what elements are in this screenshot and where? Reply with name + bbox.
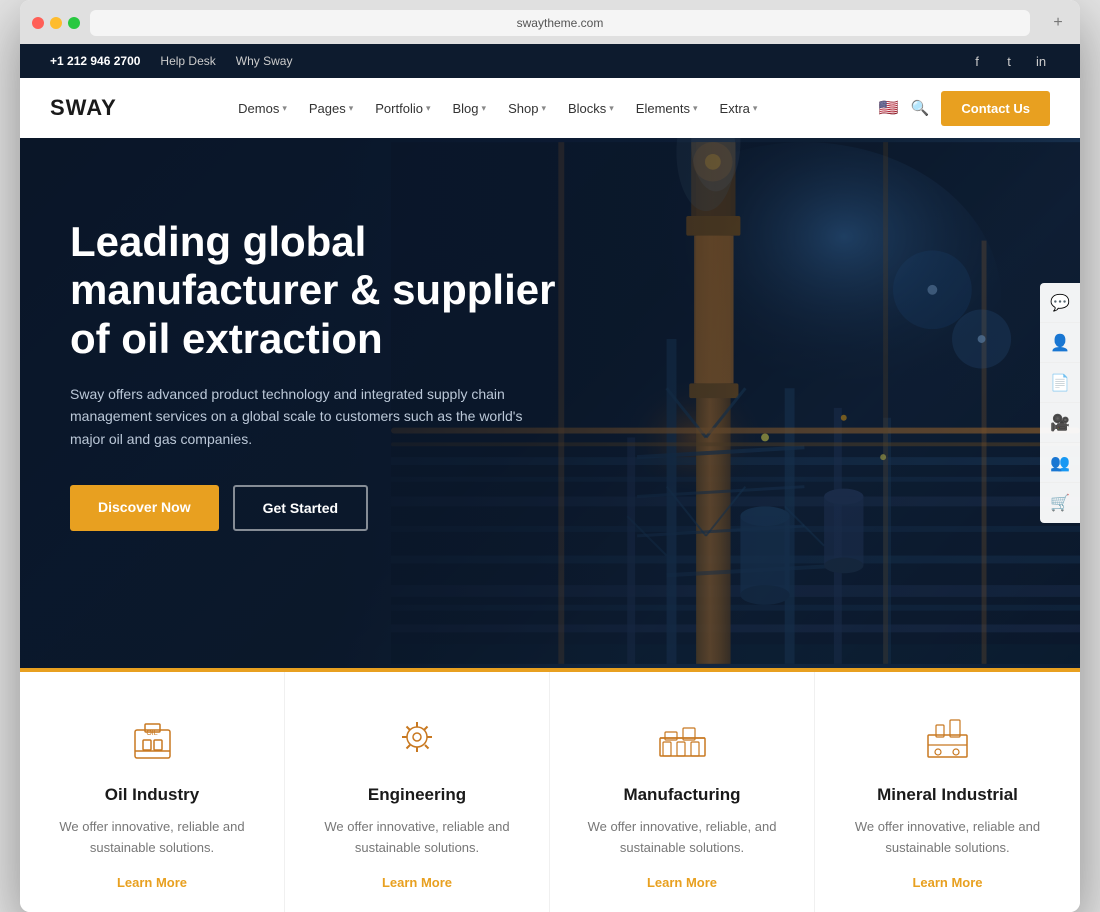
cards-section: OIL Oil Industry We offer innovative, re… [20, 668, 1080, 912]
card-link-oil[interactable]: Learn More [117, 875, 187, 890]
browser-window: swaytheme.com + +1 212 946 2700 Help Des… [20, 0, 1080, 912]
top-bar: +1 212 946 2700 Help Desk Why Sway f t i… [20, 44, 1080, 78]
card-title-engineering: Engineering [310, 785, 524, 805]
card-title-manufacturing: Manufacturing [575, 785, 789, 805]
twitter-icon[interactable]: t [1000, 52, 1018, 70]
side-widgets-panel: 💬 👤 📄 🎥 👥 🛒 [1040, 283, 1080, 523]
facebook-icon[interactable]: f [968, 52, 986, 70]
card-engineering: Engineering We offer innovative, reliabl… [285, 672, 550, 912]
search-icon[interactable]: 🔍 [911, 99, 930, 117]
get-started-button[interactable]: Get Started [233, 485, 368, 531]
nav-item-extra[interactable]: Extra ▾ [710, 93, 768, 124]
website-content: +1 212 946 2700 Help Desk Why Sway f t i… [20, 44, 1080, 912]
contact-us-button[interactable]: Contact Us [941, 91, 1050, 126]
card-desc-manufacturing: We offer innovative, reliable, and susta… [575, 817, 789, 859]
help-desk-link[interactable]: Help Desk [160, 54, 215, 68]
chevron-down-icon: ▾ [482, 103, 487, 114]
chevron-down-icon: ▾ [753, 103, 758, 114]
top-bar-right: f t in [968, 52, 1050, 70]
browser-chrome: swaytheme.com + [20, 0, 1080, 44]
hero-description: Sway offers advanced product technology … [70, 383, 550, 450]
chevron-down-icon: ▾ [693, 103, 698, 114]
card-link-manufacturing[interactable]: Learn More [647, 875, 717, 890]
card-title-oil: Oil Industry [45, 785, 259, 805]
hero-content: Leading global manufacturer & supplier o… [20, 138, 620, 571]
card-desc-engineering: We offer innovative, reliable and sustai… [310, 817, 524, 859]
url-text: swaytheme.com [517, 16, 604, 30]
chevron-down-icon: ▾ [426, 103, 431, 114]
hero-section: Leading global manufacturer & supplier o… [20, 138, 1080, 668]
top-bar-left: +1 212 946 2700 Help Desk Why Sway [50, 54, 292, 68]
chevron-down-icon: ▾ [609, 103, 614, 114]
nav-item-shop[interactable]: Shop ▾ [498, 93, 556, 124]
svg-text:OIL: OIL [146, 730, 157, 737]
why-sway-link[interactable]: Why Sway [236, 54, 293, 68]
nav-item-demos[interactable]: Demos ▾ [228, 93, 297, 124]
card-link-engineering[interactable]: Learn More [382, 875, 452, 890]
manufacturing-icon [652, 707, 712, 767]
nav-item-elements[interactable]: Elements ▾ [626, 93, 708, 124]
nav-item-portfolio[interactable]: Portfolio ▾ [365, 93, 440, 124]
engineering-icon [387, 707, 447, 767]
url-bar[interactable]: swaytheme.com [90, 10, 1030, 36]
card-desc-mineral: We offer innovative, reliable and sustai… [840, 817, 1055, 859]
chevron-down-icon: ▾ [541, 103, 546, 114]
notes-widget[interactable]: 📄 [1040, 363, 1080, 403]
main-nav: SWAY Demos ▾ Pages ▾ Portfolio ▾ Blog ▾ [20, 78, 1080, 138]
new-tab-button[interactable]: + [1048, 13, 1068, 33]
discover-now-button[interactable]: Discover Now [70, 485, 219, 531]
nav-item-blog[interactable]: Blog ▾ [443, 93, 497, 124]
traffic-lights [32, 17, 80, 29]
card-link-mineral[interactable]: Learn More [912, 875, 982, 890]
nav-item-pages[interactable]: Pages ▾ [299, 93, 363, 124]
chevron-down-icon: ▾ [282, 103, 287, 114]
cart-widget[interactable]: 🛒 [1040, 483, 1080, 523]
nav-item-blocks[interactable]: Blocks ▾ [558, 93, 624, 124]
card-desc-oil: We offer innovative, reliable and sustai… [45, 817, 259, 859]
chevron-down-icon: ▾ [349, 103, 354, 114]
linkedin-icon[interactable]: in [1032, 52, 1050, 70]
card-title-mineral: Mineral Industrial [840, 785, 1055, 805]
card-mineral: Mineral Industrial We offer innovative, … [815, 672, 1080, 912]
hero-buttons: Discover Now Get Started [70, 485, 590, 531]
card-manufacturing: Manufacturing We offer innovative, relia… [550, 672, 815, 912]
site-logo[interactable]: SWAY [50, 95, 117, 121]
hero-title: Leading global manufacturer & supplier o… [70, 218, 590, 363]
close-button[interactable] [32, 17, 44, 29]
oil-industry-icon: OIL [122, 707, 182, 767]
language-flag[interactable]: 🇺🇸 [879, 98, 899, 118]
team-widget[interactable]: 👥 [1040, 443, 1080, 483]
video-widget[interactable]: 🎥 [1040, 403, 1080, 443]
mineral-icon [918, 707, 978, 767]
maximize-button[interactable] [68, 17, 80, 29]
minimize-button[interactable] [50, 17, 62, 29]
account-widget[interactable]: 👤 [1040, 323, 1080, 363]
nav-right: 🇺🇸 🔍 Contact Us [879, 91, 1050, 126]
phone-number: +1 212 946 2700 [50, 54, 140, 68]
card-oil-industry: OIL Oil Industry We offer innovative, re… [20, 672, 285, 912]
chat-widget[interactable]: 💬 [1040, 283, 1080, 323]
nav-links: Demos ▾ Pages ▾ Portfolio ▾ Blog ▾ Shop [228, 93, 767, 124]
